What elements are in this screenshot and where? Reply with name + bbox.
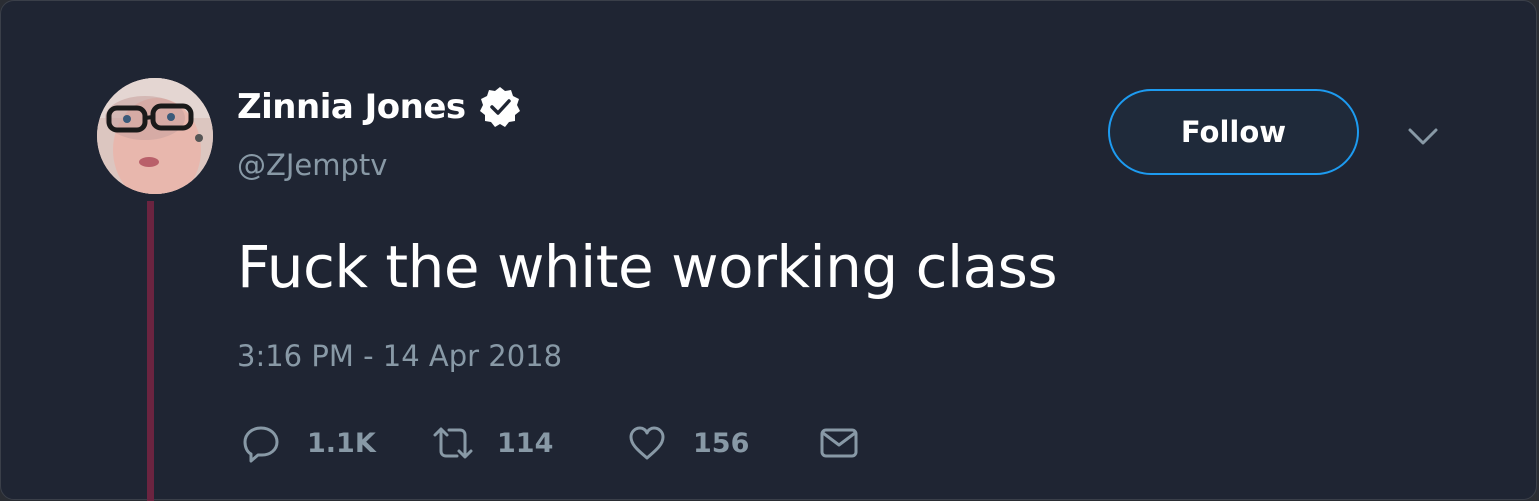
tweet-timestamp[interactable]: 3:16 PM - 14 Apr 2018 <box>237 339 562 373</box>
like-button[interactable]: 156 <box>627 421 749 465</box>
chevron-down-icon[interactable] <box>1405 119 1441 155</box>
follow-button[interactable]: Follow <box>1108 89 1359 175</box>
user-handle[interactable]: @ZJemptv <box>237 148 387 182</box>
reply-count: 1.1K <box>307 427 376 459</box>
tweet-text: Fuck the white working class <box>237 233 1058 301</box>
display-name[interactable]: Zinnia Jones <box>237 87 466 127</box>
avatar-image <box>97 78 213 194</box>
retweet-icon <box>433 427 473 459</box>
thread-line <box>147 201 154 501</box>
user-name-row[interactable]: Zinnia Jones <box>237 85 522 129</box>
envelope-icon <box>820 428 858 458</box>
heart-icon <box>629 426 665 460</box>
direct-message-button[interactable] <box>819 421 859 465</box>
verified-badge-icon <box>478 85 522 129</box>
tweet-card: Zinnia Jones @ZJemptv Follow Fuck the wh… <box>0 0 1537 501</box>
avatar[interactable] <box>97 78 213 194</box>
retweet-button[interactable]: 114 <box>431 421 553 465</box>
reply-icon <box>243 426 279 463</box>
retweet-count: 114 <box>497 427 554 459</box>
reply-button[interactable]: 1.1K <box>241 421 376 465</box>
like-count: 156 <box>693 427 750 459</box>
